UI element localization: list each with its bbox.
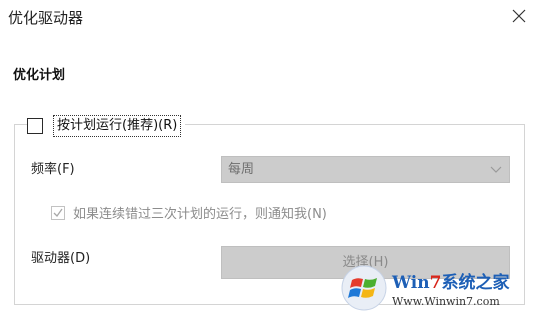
- run-on-schedule-checkbox[interactable]: [27, 118, 43, 134]
- drives-label: 驱动器(D): [31, 251, 91, 266]
- close-icon: [512, 9, 526, 23]
- schedule-heading: 优化计划: [13, 68, 66, 83]
- chevron-down-icon: [490, 166, 502, 173]
- notify-checkbox[interactable]: [51, 205, 65, 220]
- dialog-title: 优化驱动器: [8, 9, 84, 27]
- optimize-drives-dialog: 优化驱动器 优化计划 按计划运行(推荐)(R) 频率(F) 每周 如果连续错过三…: [0, 0, 538, 317]
- frequency-label: 频率(F): [31, 162, 75, 177]
- frequency-value: 每周: [228, 162, 255, 177]
- watermark: Win7系统之家 Www.Winwin7.com: [340, 262, 536, 314]
- close-button[interactable]: [505, 2, 533, 30]
- checkmark-icon: [53, 208, 63, 217]
- run-on-schedule-checkbox-row[interactable]: 按计划运行(推荐)(R): [27, 113, 186, 139]
- watermark-brand: Win7系统之家: [392, 273, 510, 293]
- notify-label: 如果连续错过三次计划的运行，则通知我(N): [73, 207, 327, 222]
- run-on-schedule-label: 按计划运行(推荐)(R): [53, 115, 182, 137]
- windows-logo-icon: [341, 265, 387, 311]
- watermark-url: Www.Winwin7.com: [392, 295, 500, 308]
- frequency-select[interactable]: 每周: [221, 156, 510, 183]
- notify-checkbox-row[interactable]: 如果连续错过三次计划的运行，则通知我(N): [51, 203, 327, 222]
